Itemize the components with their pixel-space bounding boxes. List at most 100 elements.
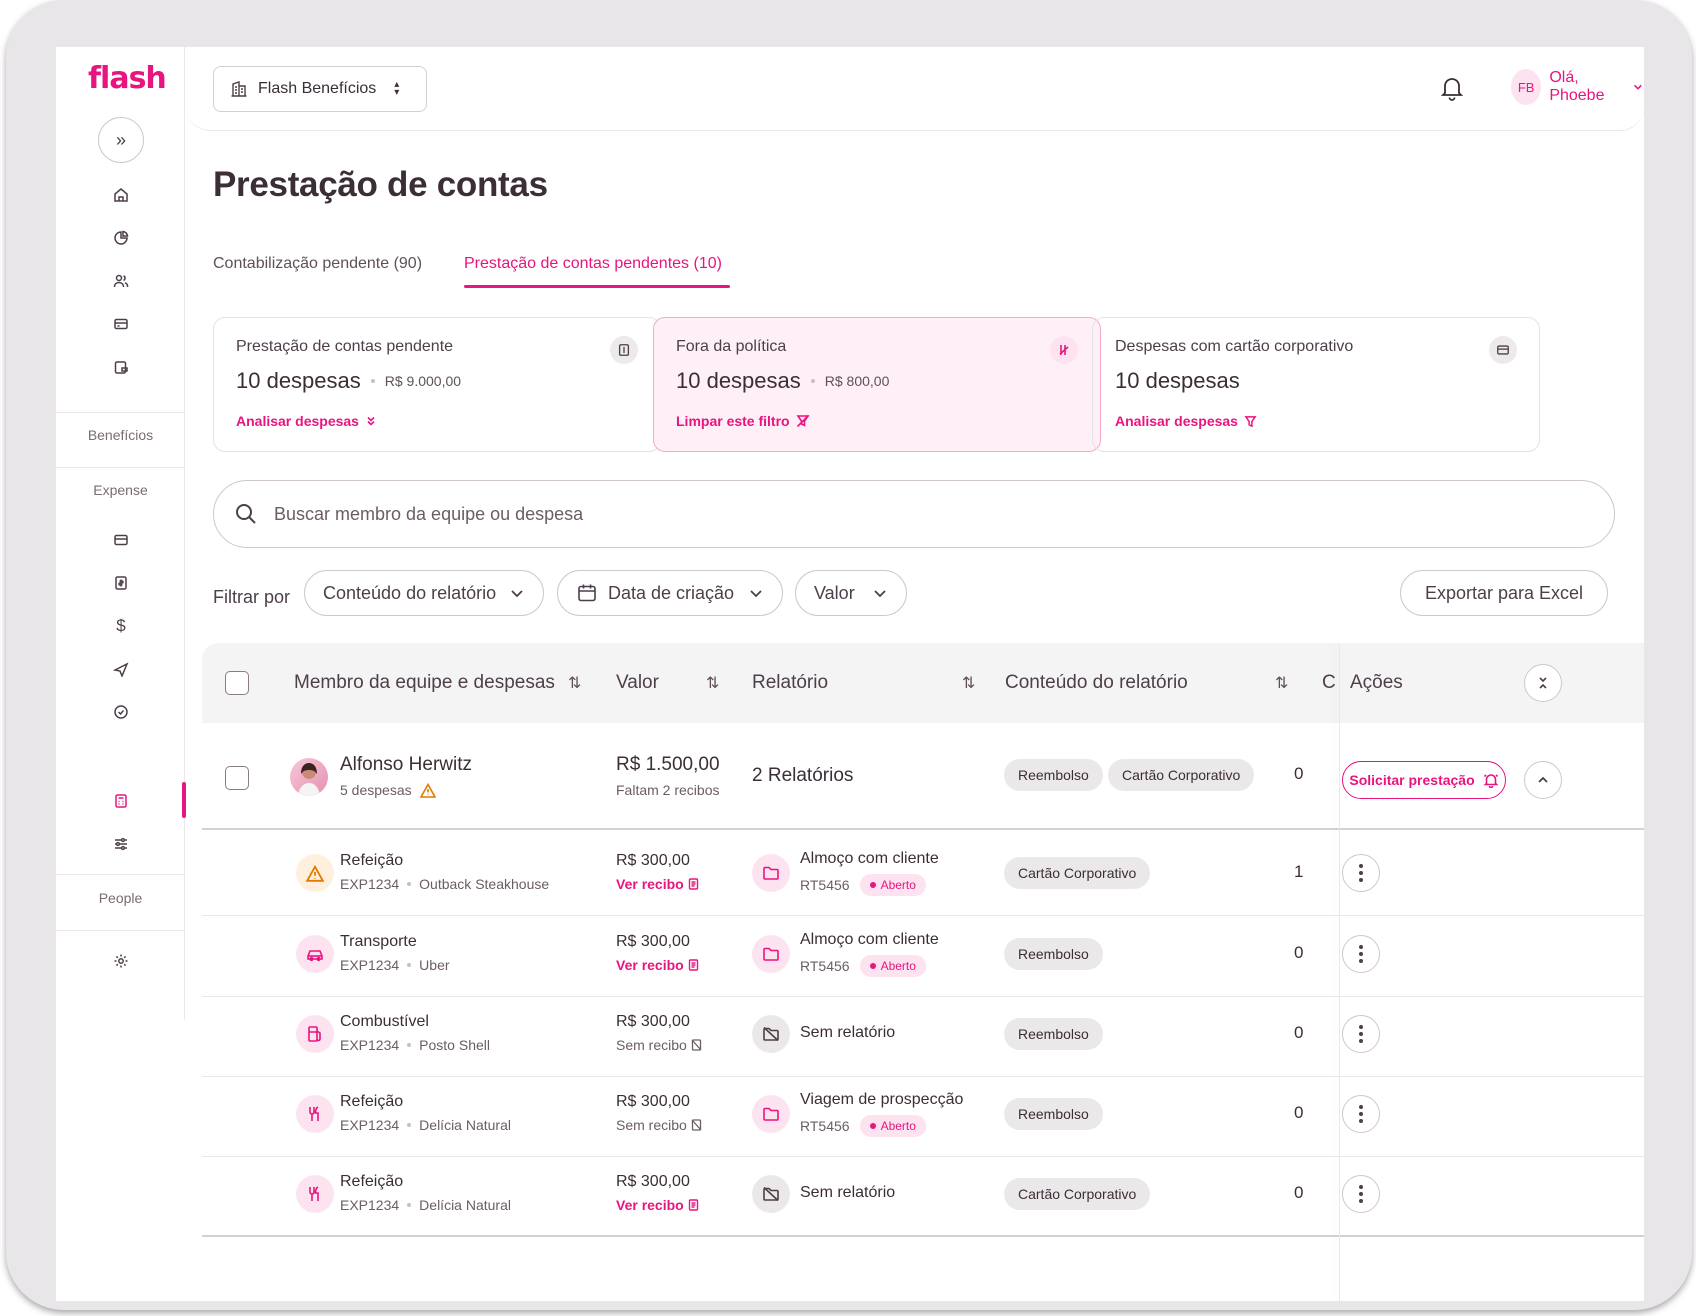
reports-count[interactable]: 2 Relatórios	[752, 765, 853, 787]
summary-card-out-of-policy[interactable]: Fora da política 10 despesas R$ 800,00 L…	[653, 317, 1101, 452]
flash-logo[interactable]: flash	[88, 61, 167, 96]
pie-chart-icon[interactable]	[108, 225, 134, 251]
report-name: Sem relatório	[800, 1024, 896, 1041]
expense-category: Combustível	[340, 1013, 429, 1030]
status-label: Aberto	[880, 1119, 916, 1133]
view-receipt-link[interactable]: Ver recibo	[616, 876, 699, 892]
more-options-button[interactable]	[1342, 1015, 1380, 1053]
view-receipt-link[interactable]: Ver recibo	[616, 1197, 699, 1213]
tab-prestacao[interactable]: Prestação de contas pendentes (10)	[464, 255, 722, 273]
more-options-button[interactable]	[1342, 935, 1380, 973]
col-actions: Ações	[1350, 672, 1403, 693]
active-nav-indicator	[182, 782, 186, 818]
missing-receipts: Faltam 2 recibos	[616, 782, 720, 798]
table-row[interactable]: Transporte EXP1234 Uber R$ 300,00 Ver recibo…	[202, 911, 1644, 997]
plane-icon[interactable]	[108, 656, 134, 682]
section-people[interactable]: People	[56, 890, 185, 906]
active-tab-indicator	[464, 285, 730, 288]
folder-icon	[752, 1095, 790, 1133]
collapse-all-button[interactable]	[1524, 664, 1562, 702]
user-avatar: FB	[1511, 69, 1542, 105]
extra-cell: 1	[1294, 862, 1304, 881]
receipt-icon[interactable]	[108, 570, 134, 596]
search-input[interactable]: Buscar membro da equipe ou despesa	[213, 480, 1615, 548]
table-row[interactable]: Combustível EXP1234 Posto Shell R$ 300,00 Se…	[202, 991, 1644, 1077]
collapse-row-button[interactable]	[1524, 761, 1562, 799]
sort-icon[interactable]: ⇅	[706, 673, 719, 693]
more-options-button[interactable]	[1342, 854, 1380, 892]
merchant: Outback Steakhouse	[419, 876, 550, 892]
merchant: Delícia Natural	[419, 1117, 511, 1133]
check-circle-icon[interactable]	[108, 699, 134, 725]
request-accountability-button[interactable]: Solicitar prestação	[1342, 761, 1506, 799]
col-report-content: Conteúdo do relatório	[1005, 672, 1188, 693]
expand-sidebar-button[interactable]: »	[98, 117, 144, 163]
clear-filter-link[interactable]: Limpar este filtro	[676, 413, 810, 429]
expense-code: EXP1234	[340, 957, 400, 973]
collapse-icon	[1539, 677, 1547, 689]
top-header: Flash Benefícios ▴ ▾ FB Olá, Phoebe	[186, 47, 1644, 131]
merchant: Posto Shell	[419, 1037, 490, 1053]
extra-cell: 0	[1294, 1023, 1304, 1042]
wallet-icon[interactable]	[108, 354, 134, 380]
calendar-icon	[578, 584, 596, 602]
sliders-icon[interactable]	[108, 831, 134, 857]
view-receipt-link[interactable]: Ver recibo	[616, 957, 699, 973]
export-excel-button[interactable]: Exportar para Excel	[1400, 570, 1608, 616]
analyze-corporate-link[interactable]: Analisar despesas	[1115, 413, 1257, 429]
select-all-checkbox[interactable]	[225, 671, 249, 695]
tag-reembolso: Reembolso	[1004, 759, 1103, 791]
table-row[interactable]: Refeição EXP1234 Outback Steakhouse R$ 300,…	[202, 830, 1644, 916]
tab-contabilizacao[interactable]: Contabilização pendente (90)	[213, 255, 422, 273]
receipt-icon	[688, 959, 698, 971]
dollar-icon[interactable]: $	[108, 613, 134, 639]
row-checkbox[interactable]	[225, 766, 249, 790]
link-label: Limpar este filtro	[676, 413, 790, 429]
chevrons-down-icon	[367, 416, 375, 426]
col-extra: C	[1322, 672, 1336, 693]
home-icon[interactable]	[108, 182, 134, 208]
bell-icon[interactable]	[1440, 75, 1464, 106]
more-options-button[interactable]	[1342, 1095, 1380, 1133]
sort-icon[interactable]: ⇅	[568, 673, 581, 693]
credit-card-icon[interactable]	[108, 527, 134, 553]
report-content-tag: Reembolso	[1004, 1018, 1103, 1050]
chip-label: Conteúdo do relatório	[323, 582, 497, 603]
extra-cell: 0	[1294, 764, 1304, 783]
report-name[interactable]: Viagem de prospecção	[800, 1091, 963, 1109]
expense-code: EXP1234	[340, 1037, 400, 1053]
fuel-icon	[296, 1015, 334, 1053]
table-row[interactable]: Refeição EXP1234 Delícia Natural R$ 300,00 V…	[202, 1151, 1644, 1237]
filter-creation-date[interactable]: Data de criação	[557, 570, 783, 616]
section-beneficios[interactable]: Benefícios	[56, 427, 185, 443]
users-icon[interactable]	[108, 268, 134, 294]
card-icon[interactable]	[108, 311, 134, 337]
filter-value[interactable]: Valor	[795, 570, 907, 616]
summary-card-pending[interactable]: Prestação de contas pendente 10 despesas…	[213, 317, 661, 452]
car-icon	[296, 935, 334, 973]
chip-label: Valor	[814, 582, 855, 603]
settings-icon[interactable]	[108, 948, 134, 974]
analyze-expenses-link[interactable]: Analisar despesas	[236, 413, 377, 429]
chevron-down-icon	[1634, 84, 1643, 90]
status-badge: Aberto	[859, 874, 926, 896]
report-name[interactable]: Almoço com cliente	[800, 850, 939, 868]
table-row[interactable]: Refeição EXP1234 Delícia Natural R$ 300,00 S…	[202, 1071, 1644, 1157]
company-selector[interactable]: Flash Benefícios ▴ ▾	[213, 66, 427, 112]
card-value: 10 despesas	[1115, 368, 1240, 393]
more-options-button[interactable]	[1342, 1175, 1380, 1213]
folder-off-icon	[752, 1175, 790, 1213]
chevron-down-icon	[874, 590, 886, 598]
updown-icon: ▴ ▾	[394, 79, 400, 98]
actions-column-divider	[1339, 643, 1340, 1301]
section-expense[interactable]: Expense	[56, 482, 185, 498]
sort-icon[interactable]: ⇅	[962, 673, 975, 693]
filter-report-content[interactable]: Conteúdo do relatório	[304, 570, 544, 616]
calculator-icon[interactable]	[108, 788, 134, 814]
user-menu[interactable]: FB Olá, Phoebe	[1511, 69, 1644, 105]
bell-ring-icon	[1483, 774, 1499, 788]
sort-icon[interactable]: ⇅	[1275, 673, 1288, 693]
summary-card-corporate[interactable]: Despesas com cartão corporativo 10 despe…	[1092, 317, 1540, 452]
report-name[interactable]: Almoço com cliente	[800, 931, 939, 949]
expense-value: R$ 300,00	[616, 1013, 690, 1030]
